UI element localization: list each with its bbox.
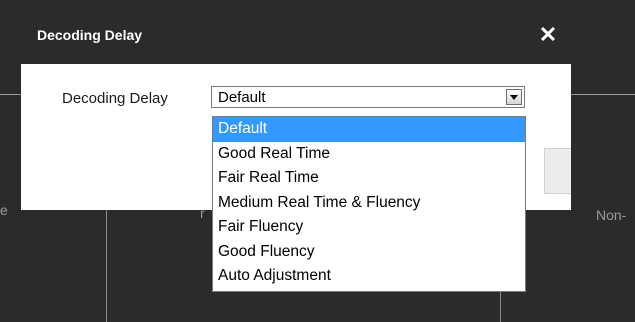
background-divider bbox=[571, 94, 635, 95]
chevron-down-icon[interactable] bbox=[506, 89, 522, 105]
background-label-fragment: Non- bbox=[596, 207, 627, 223]
decoding-delay-select[interactable]: Default bbox=[211, 86, 525, 108]
background-divider bbox=[0, 94, 21, 95]
option-medium-real-time-fluency[interactable]: Medium Real Time & Fluency bbox=[213, 191, 525, 216]
dialog-header: Decoding Delay ✕ bbox=[21, 10, 571, 64]
option-auto-adjustment[interactable]: Auto Adjustment bbox=[213, 264, 525, 289]
background-label-fragment: e bbox=[0, 202, 8, 218]
option-good-fluency[interactable]: Good Fluency bbox=[213, 240, 525, 265]
decoding-delay-label: Decoding Delay bbox=[62, 90, 168, 107]
decoding-delay-options: Default Good Real Time Fair Real Time Me… bbox=[212, 116, 526, 292]
option-good-real-time[interactable]: Good Real Time bbox=[213, 142, 525, 167]
dialog-title: Decoding Delay bbox=[37, 27, 143, 43]
option-default[interactable]: Default bbox=[213, 117, 525, 142]
close-icon[interactable]: ✕ bbox=[537, 22, 559, 48]
option-fair-fluency[interactable]: Fair Fluency bbox=[213, 215, 525, 240]
dialog-button-partial[interactable] bbox=[544, 148, 571, 194]
select-value: Default bbox=[218, 89, 266, 106]
background-column-line bbox=[106, 210, 107, 322]
option-fair-real-time[interactable]: Fair Real Time bbox=[213, 166, 525, 191]
